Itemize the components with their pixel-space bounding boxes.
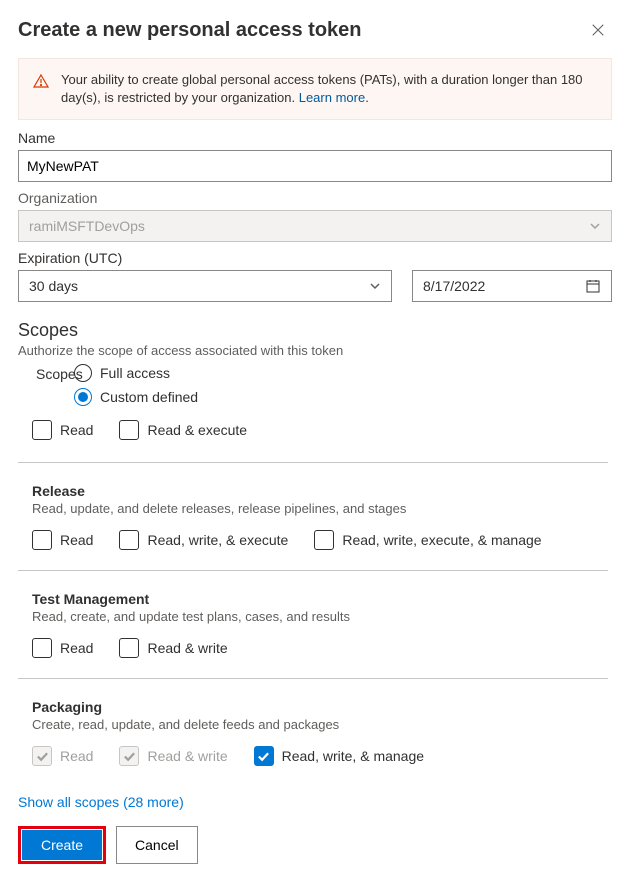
scope-permission-label: Read, write, & execute <box>147 532 288 548</box>
radio-icon <box>74 388 92 406</box>
learn-more-link[interactable]: Learn more <box>299 90 365 105</box>
scope-permission-label: Read <box>60 532 93 548</box>
scope-permission: Read <box>32 746 93 766</box>
checkbox-icon <box>32 638 52 658</box>
scopes-subtitle: Authorize the scope of access associated… <box>18 343 612 358</box>
checkbox-icon <box>32 530 52 550</box>
radio-custom-defined[interactable]: Custom defined <box>74 388 612 406</box>
cancel-button[interactable]: Cancel <box>116 826 198 864</box>
expiration-select-value: 30 days <box>29 278 78 294</box>
close-icon <box>591 23 605 37</box>
scope-block: Packaging Create, read, update, and delet… <box>18 678 608 786</box>
scope-block: Test Management Read, create, and update … <box>18 570 608 678</box>
dialog-title: Create a new personal access token <box>18 19 362 42</box>
scope-title: Release <box>32 483 600 499</box>
scopes-scroll-area[interactable]: Read Read & execute Release Read, update, a… <box>18 418 612 786</box>
scope-permission-label: Read <box>60 640 93 656</box>
radio-full-access-label: Full access <box>100 365 170 381</box>
scope-permission[interactable]: Read <box>32 420 93 440</box>
create-button-highlight: Create <box>18 826 106 864</box>
scope-permission: Read & write <box>119 746 227 766</box>
scope-permission[interactable]: Read <box>32 638 93 658</box>
scope-description: Create, read, update, and delete feeds a… <box>32 717 600 732</box>
close-button[interactable] <box>584 16 612 44</box>
expiration-label: Expiration (UTC) <box>18 250 612 266</box>
scope-permission-label: Read & write <box>147 640 227 656</box>
scope-permission[interactable]: Read <box>32 530 93 550</box>
warning-banner: Your ability to create global personal a… <box>18 58 612 120</box>
scope-block: Read Read & execute <box>18 418 608 462</box>
scope-permission[interactable]: Read, write, & manage <box>254 746 424 766</box>
calendar-icon <box>585 278 601 294</box>
checkbox-icon <box>119 638 139 658</box>
scope-description: Read, create, and update test plans, cas… <box>32 609 600 624</box>
scope-title: Test Management <box>32 591 600 607</box>
scope-permission[interactable]: Read & execute <box>119 420 247 440</box>
scope-permission-label: Read, write, execute, & manage <box>342 532 541 548</box>
scope-permission-label: Read <box>60 422 93 438</box>
scope-permission[interactable]: Read & write <box>119 638 227 658</box>
expiration-date-value: 8/17/2022 <box>423 278 485 294</box>
scope-title: Packaging <box>32 699 600 715</box>
scope-permission-label: Read & write <box>147 748 227 764</box>
scope-permission[interactable]: Read, write, execute, & manage <box>314 530 541 550</box>
show-all-scopes-link[interactable]: Show all scopes (28 more) <box>18 794 612 810</box>
warning-text-suffix: . <box>365 90 369 105</box>
chevron-down-icon <box>369 280 381 292</box>
radio-custom-defined-label: Custom defined <box>100 389 198 405</box>
show-all-scopes-text: Show all scopes <box>18 794 119 810</box>
scope-permission-label: Read <box>60 748 93 764</box>
expiration-select[interactable]: 30 days <box>18 270 392 302</box>
scopes-label: Scopes <box>36 366 83 382</box>
create-button[interactable]: Create <box>22 830 102 860</box>
checkbox-icon <box>32 746 52 766</box>
checkbox-icon <box>314 530 334 550</box>
radio-full-access[interactable]: Full access <box>74 364 612 382</box>
show-all-scopes-count: (28 more) <box>123 794 184 810</box>
checkbox-icon <box>119 746 139 766</box>
scope-block: Release Read, update, and delete releases… <box>18 462 608 570</box>
name-label: Name <box>18 130 612 146</box>
name-input[interactable] <box>18 150 612 182</box>
checkbox-icon <box>254 746 274 766</box>
scopes-heading: Scopes <box>18 320 612 341</box>
checkbox-icon <box>119 530 139 550</box>
warning-text: Your ability to create global personal a… <box>61 71 597 107</box>
checkbox-icon <box>119 420 139 440</box>
warning-icon <box>33 73 49 107</box>
checkbox-icon <box>32 420 52 440</box>
organization-select[interactable]: ramiMSFTDevOps <box>18 210 612 242</box>
scope-permission[interactable]: Read, write, & execute <box>119 530 288 550</box>
expiration-date-input[interactable]: 8/17/2022 <box>412 270 612 302</box>
scope-permission-label: Read & execute <box>147 422 247 438</box>
chevron-down-icon <box>589 220 601 232</box>
organization-value: ramiMSFTDevOps <box>29 218 145 234</box>
scope-description: Read, update, and delete releases, relea… <box>32 501 600 516</box>
organization-label: Organization <box>18 190 612 206</box>
scope-permission-label: Read, write, & manage <box>282 748 424 764</box>
